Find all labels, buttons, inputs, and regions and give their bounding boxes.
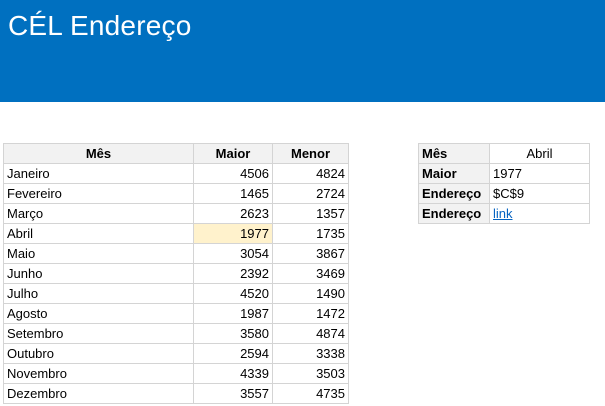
- column-header-menor[interactable]: Menor: [272, 143, 349, 164]
- cell-menor[interactable]: 4735: [272, 383, 349, 404]
- table-row: Abril 1977 1735: [3, 223, 349, 244]
- lookup-value-endereco[interactable]: $C$9: [489, 183, 590, 204]
- table-row: Setembro 3580 4874: [3, 323, 349, 344]
- cell-maior[interactable]: 4520: [193, 283, 273, 304]
- table-row: Janeiro 4506 4824: [3, 163, 349, 184]
- lookup-label-endereco-link[interactable]: Endereço: [418, 203, 490, 224]
- cell-menor[interactable]: 3503: [272, 363, 349, 384]
- lookup-value-link-cell[interactable]: link: [489, 203, 590, 224]
- cell-month[interactable]: Fevereiro: [3, 183, 194, 204]
- cell-menor[interactable]: 3338: [272, 343, 349, 364]
- page-title: CÉL Endereço: [8, 10, 192, 41]
- cell-month[interactable]: Maio: [3, 243, 194, 264]
- lookup-label-endereco[interactable]: Endereço: [418, 183, 490, 204]
- cell-maior[interactable]: 3557: [193, 383, 273, 404]
- cell-menor[interactable]: 1472: [272, 303, 349, 324]
- cell-month[interactable]: Março: [3, 203, 194, 224]
- cell-maior[interactable]: 1987: [193, 303, 273, 324]
- cell-month[interactable]: Janeiro: [3, 163, 194, 184]
- table-row: Maio 3054 3867: [3, 243, 349, 264]
- address-link[interactable]: link: [493, 206, 513, 221]
- cell-month[interactable]: Setembro: [3, 323, 194, 344]
- cell-menor[interactable]: 4874: [272, 323, 349, 344]
- lookup-label-mes[interactable]: Mês: [418, 143, 490, 164]
- cell-menor[interactable]: 4824: [272, 163, 349, 184]
- lookup-table: Mês Abril Maior 1977 Endereço $C$9 Ender…: [418, 143, 590, 224]
- table-row: Junho 2392 3469: [3, 263, 349, 284]
- cell-maior[interactable]: 3054: [193, 243, 273, 264]
- table-row: Fevereiro 1465 2724: [3, 183, 349, 204]
- header-banner: CÉL Endereço: [0, 0, 605, 102]
- cell-month[interactable]: Novembro: [3, 363, 194, 384]
- cell-month[interactable]: Dezembro: [3, 383, 194, 404]
- column-header-maior[interactable]: Maior: [193, 143, 273, 164]
- table-row: Agosto 1987 1472: [3, 303, 349, 324]
- column-header-mes[interactable]: Mês: [3, 143, 194, 164]
- cell-menor[interactable]: 3867: [272, 243, 349, 264]
- cell-menor[interactable]: 3469: [272, 263, 349, 284]
- cell-month[interactable]: Julho: [3, 283, 194, 304]
- lookup-value-mes[interactable]: Abril: [489, 143, 590, 164]
- cell-menor[interactable]: 1490: [272, 283, 349, 304]
- cell-maior[interactable]: 4339: [193, 363, 273, 384]
- table-row: Novembro 4339 3503: [3, 363, 349, 384]
- table-row: Outubro 2594 3338: [3, 343, 349, 364]
- cell-menor[interactable]: 1735: [272, 223, 349, 244]
- cell-maior[interactable]: 2392: [193, 263, 273, 284]
- lookup-row-mes: Mês Abril: [418, 143, 590, 164]
- cell-month[interactable]: Junho: [3, 263, 194, 284]
- lookup-row-endereco: Endereço $C$9: [418, 183, 590, 204]
- cell-maior[interactable]: 2594: [193, 343, 273, 364]
- lookup-label-maior[interactable]: Maior: [418, 163, 490, 184]
- cell-maior-highlighted[interactable]: 1977: [193, 223, 273, 244]
- cell-month[interactable]: Abril: [3, 223, 194, 244]
- cell-menor[interactable]: 1357: [272, 203, 349, 224]
- cell-month[interactable]: Outubro: [3, 343, 194, 364]
- lookup-row-maior: Maior 1977: [418, 163, 590, 184]
- lookup-value-maior[interactable]: 1977: [489, 163, 590, 184]
- cell-maior[interactable]: 3580: [193, 323, 273, 344]
- cell-month[interactable]: Agosto: [3, 303, 194, 324]
- table-row: Julho 4520 1490: [3, 283, 349, 304]
- cell-maior[interactable]: 4506: [193, 163, 273, 184]
- lookup-row-endereco-link: Endereço link: [418, 203, 590, 224]
- months-table: Mês Maior Menor Janeiro 4506 4824 Fevereir…: [3, 143, 349, 404]
- table-row: Dezembro 3557 4735: [3, 383, 349, 404]
- cell-maior[interactable]: 2623: [193, 203, 273, 224]
- table-row: Março 2623 1357: [3, 203, 349, 224]
- cell-menor[interactable]: 2724: [272, 183, 349, 204]
- cell-maior[interactable]: 1465: [193, 183, 273, 204]
- table-header-row: Mês Maior Menor: [3, 143, 349, 164]
